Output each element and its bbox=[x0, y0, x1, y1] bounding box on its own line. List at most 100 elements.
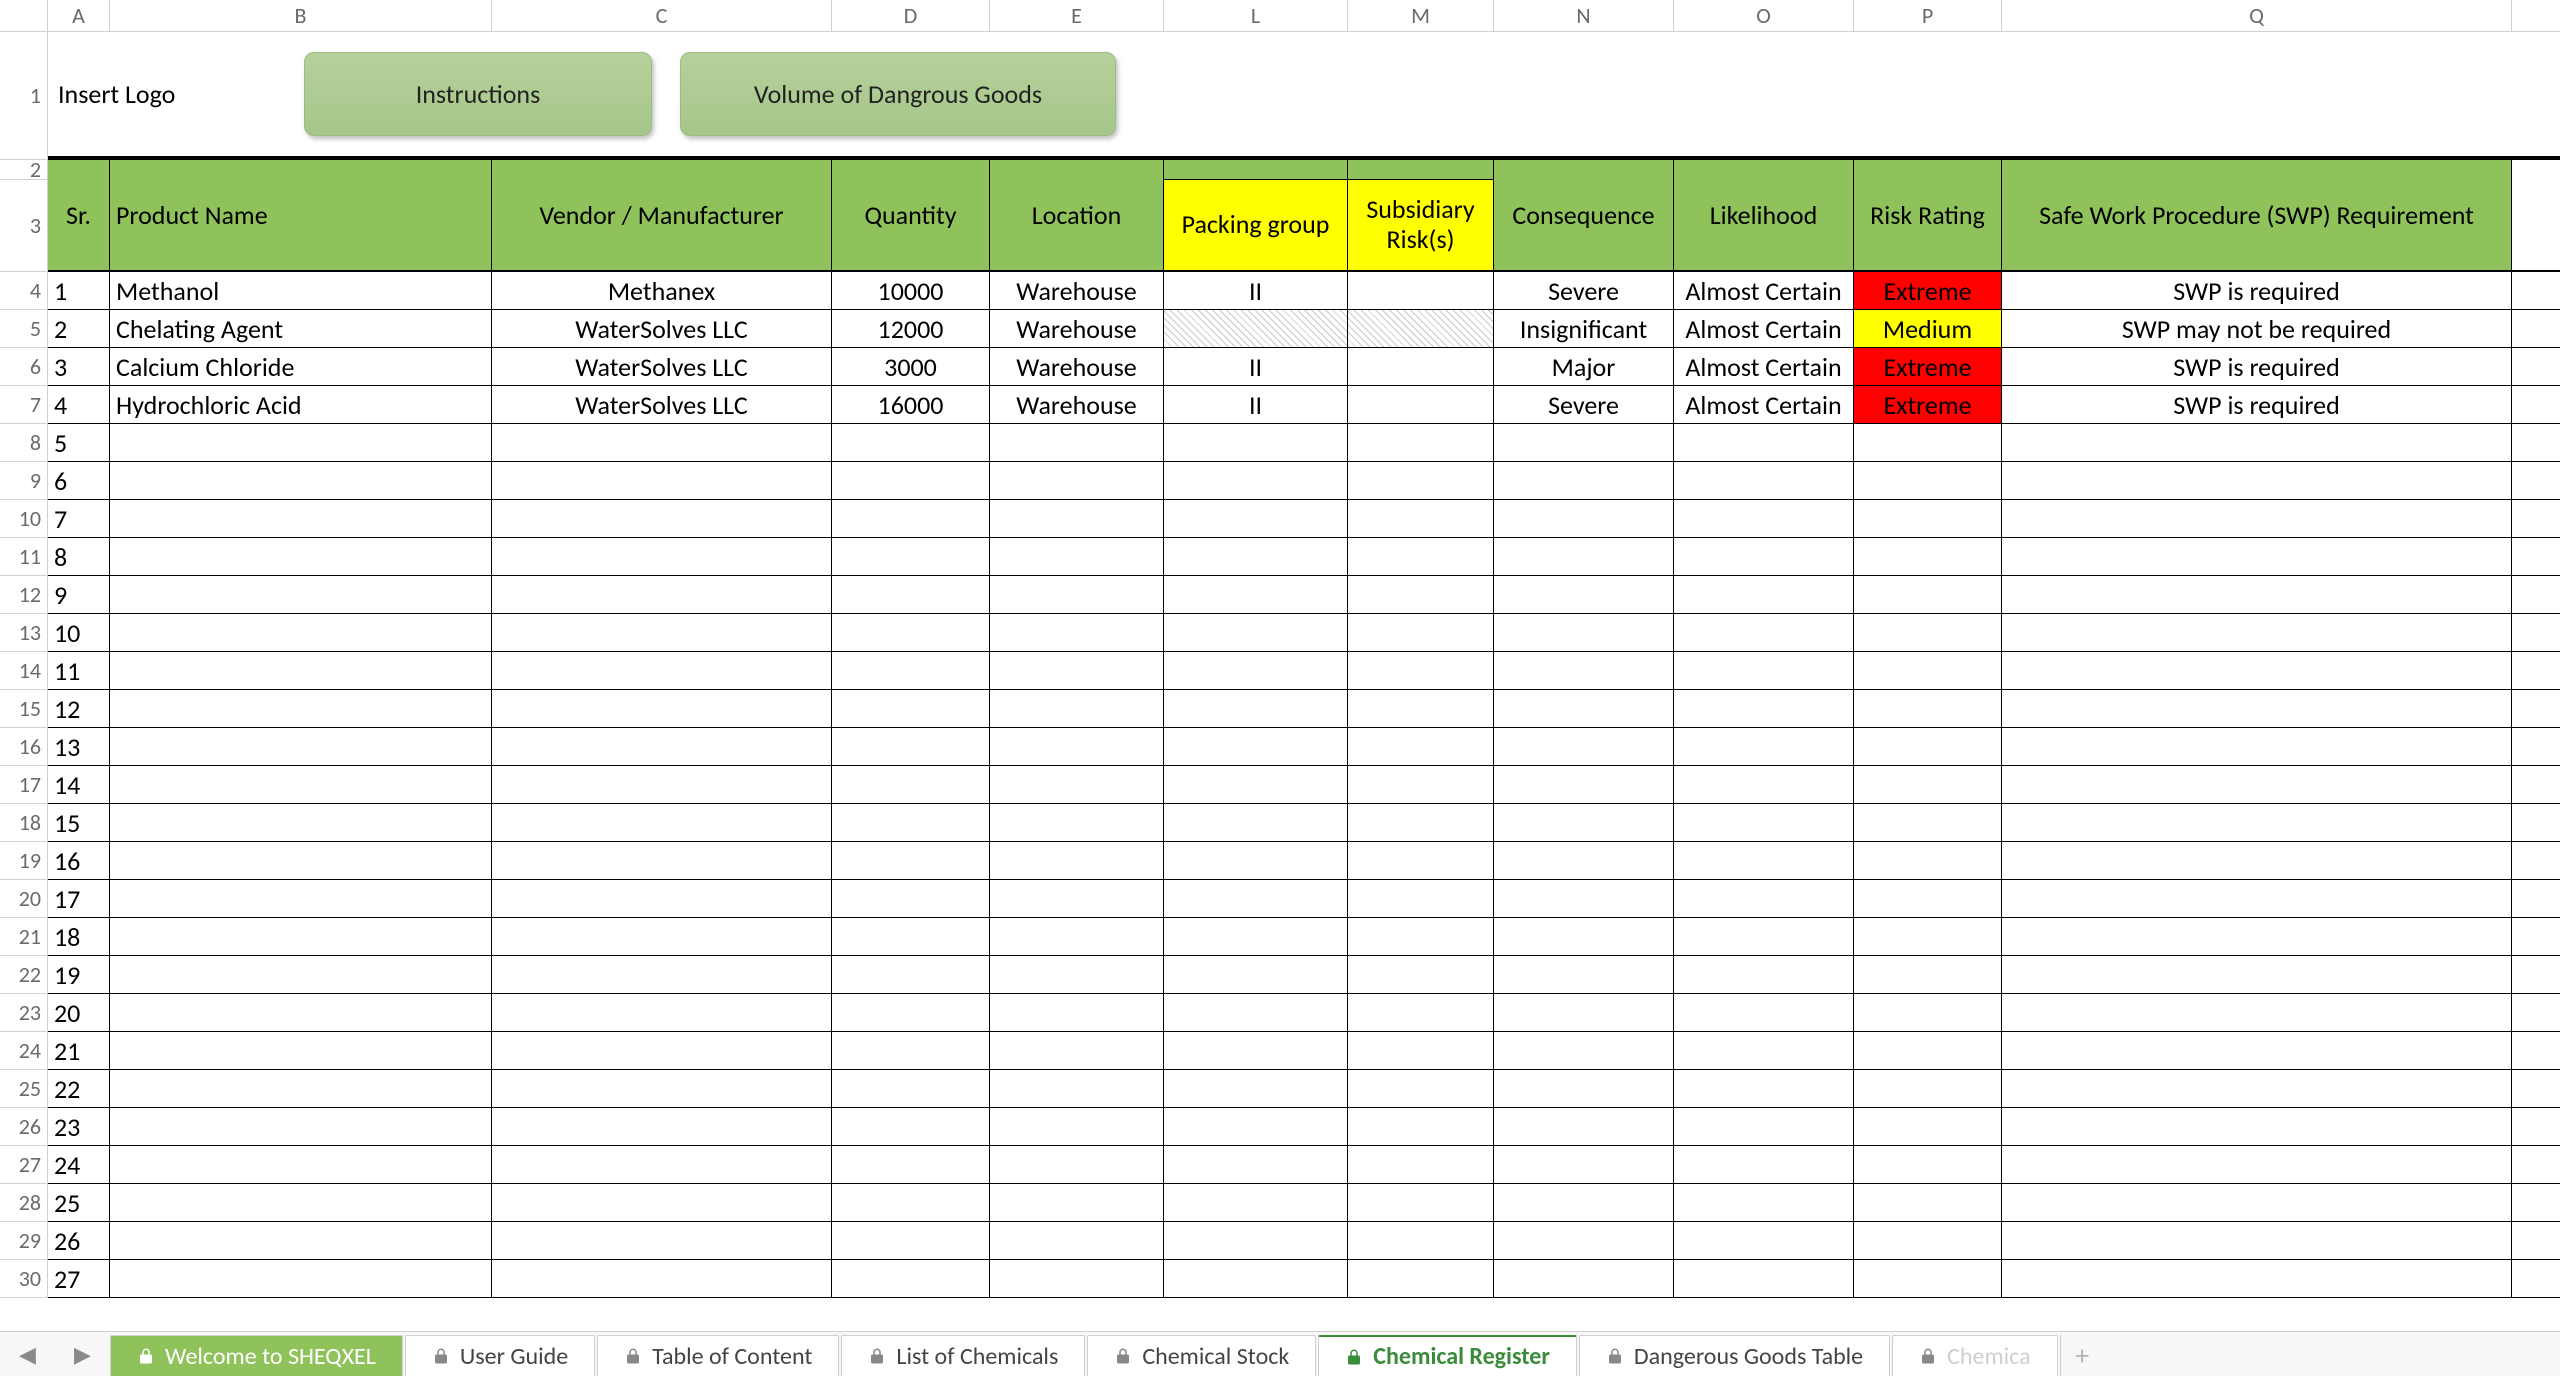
cell-vendor[interactable] bbox=[492, 1032, 832, 1069]
cell-sr[interactable]: 9 bbox=[48, 576, 110, 613]
cell-lik[interactable] bbox=[1674, 1108, 1854, 1145]
cell-loc[interactable] bbox=[990, 576, 1164, 613]
cell-sub[interactable] bbox=[1348, 690, 1494, 727]
cell-sr[interactable]: 1 bbox=[48, 272, 110, 309]
cell-sr[interactable]: 15 bbox=[48, 804, 110, 841]
row-header-4[interactable]: 4 bbox=[0, 272, 48, 310]
cell-qty[interactable] bbox=[832, 1222, 990, 1259]
cell-swp[interactable] bbox=[2002, 1222, 2512, 1259]
instructions-button[interactable]: Instructions bbox=[304, 52, 652, 136]
cell-lik[interactable] bbox=[1674, 1184, 1854, 1221]
row-header-3[interactable]: 3 bbox=[0, 180, 48, 272]
cell-loc[interactable] bbox=[990, 690, 1164, 727]
cell-risk[interactable] bbox=[1854, 842, 2002, 879]
cell-sub[interactable] bbox=[1348, 766, 1494, 803]
cell-product[interactable] bbox=[110, 956, 492, 993]
cell-sub[interactable] bbox=[1348, 842, 1494, 879]
cell-cons[interactable] bbox=[1494, 918, 1674, 955]
row-header-6[interactable]: 6 bbox=[0, 348, 48, 386]
cell-vendor[interactable] bbox=[492, 1108, 832, 1145]
cell-cons[interactable] bbox=[1494, 1260, 1674, 1297]
cell-pg[interactable]: II bbox=[1164, 348, 1348, 385]
cell-loc[interactable] bbox=[990, 804, 1164, 841]
cell-cons[interactable] bbox=[1494, 994, 1674, 1031]
cell-sr[interactable]: 13 bbox=[48, 728, 110, 765]
row-header-2[interactable]: 2 bbox=[0, 160, 48, 180]
cell-product[interactable] bbox=[110, 690, 492, 727]
cell-vendor[interactable] bbox=[492, 1222, 832, 1259]
cell-risk[interactable] bbox=[1854, 880, 2002, 917]
cell-loc[interactable] bbox=[990, 462, 1164, 499]
cell-lik[interactable] bbox=[1674, 1260, 1854, 1297]
cell-pg[interactable] bbox=[1164, 766, 1348, 803]
cell-product[interactable] bbox=[110, 804, 492, 841]
cell-swp[interactable] bbox=[2002, 576, 2512, 613]
cell-product[interactable] bbox=[110, 842, 492, 879]
cell-pg[interactable] bbox=[1164, 880, 1348, 917]
cell-lik[interactable] bbox=[1674, 1032, 1854, 1069]
cell-sub[interactable] bbox=[1348, 462, 1494, 499]
col-header-O[interactable]: O bbox=[1674, 0, 1854, 31]
cell-swp[interactable] bbox=[2002, 880, 2512, 917]
cell-lik[interactable] bbox=[1674, 1146, 1854, 1183]
cell-product[interactable]: Methanol bbox=[110, 272, 492, 309]
cell-sub[interactable] bbox=[1348, 804, 1494, 841]
cell-risk[interactable] bbox=[1854, 614, 2002, 651]
row-header-28[interactable]: 28 bbox=[0, 1184, 48, 1222]
cell-sub[interactable] bbox=[1348, 956, 1494, 993]
cell-loc[interactable] bbox=[990, 1146, 1164, 1183]
cell-lik[interactable] bbox=[1674, 918, 1854, 955]
row-header-13[interactable]: 13 bbox=[0, 614, 48, 652]
cell-risk[interactable]: Extreme bbox=[1854, 348, 2002, 385]
cell-sub[interactable] bbox=[1348, 918, 1494, 955]
cell-qty[interactable] bbox=[832, 1108, 990, 1145]
cell-sr[interactable]: 12 bbox=[48, 690, 110, 727]
row-header-10[interactable]: 10 bbox=[0, 500, 48, 538]
cell-swp[interactable]: SWP may not be required bbox=[2002, 310, 2512, 347]
cell-vendor[interactable] bbox=[492, 1070, 832, 1107]
row-header-14[interactable]: 14 bbox=[0, 652, 48, 690]
col-header-L[interactable]: L bbox=[1164, 0, 1348, 31]
cell-risk[interactable] bbox=[1854, 462, 2002, 499]
cell-vendor[interactable] bbox=[492, 842, 832, 879]
cell-sr[interactable]: 18 bbox=[48, 918, 110, 955]
cell-qty[interactable] bbox=[832, 500, 990, 537]
cell-qty[interactable] bbox=[832, 462, 990, 499]
cell-swp[interactable]: SWP is required bbox=[2002, 386, 2512, 423]
cell-cons[interactable] bbox=[1494, 880, 1674, 917]
col-header-B[interactable]: B bbox=[110, 0, 492, 31]
cell-cons[interactable] bbox=[1494, 690, 1674, 727]
cell-loc[interactable]: Warehouse bbox=[990, 310, 1164, 347]
cell-product[interactable] bbox=[110, 576, 492, 613]
cell-vendor[interactable] bbox=[492, 994, 832, 1031]
row-header-17[interactable]: 17 bbox=[0, 766, 48, 804]
cell-loc[interactable] bbox=[990, 1222, 1164, 1259]
cell-sr[interactable]: 4 bbox=[48, 386, 110, 423]
sheet-tab[interactable]: List of Chemicals bbox=[841, 1335, 1085, 1376]
cell-loc[interactable] bbox=[990, 842, 1164, 879]
cell-sr[interactable]: 14 bbox=[48, 766, 110, 803]
cell-product[interactable]: Calcium Chloride bbox=[110, 348, 492, 385]
cell-swp[interactable] bbox=[2002, 424, 2512, 461]
cell-vendor[interactable] bbox=[492, 1260, 832, 1297]
cell-risk[interactable] bbox=[1854, 500, 2002, 537]
cell-swp[interactable] bbox=[2002, 500, 2512, 537]
cell-sr[interactable]: 6 bbox=[48, 462, 110, 499]
cell-swp[interactable] bbox=[2002, 804, 2512, 841]
cell-swp[interactable] bbox=[2002, 956, 2512, 993]
cell-swp[interactable] bbox=[2002, 652, 2512, 689]
header-sr[interactable]: Sr. bbox=[48, 160, 110, 270]
row-header-15[interactable]: 15 bbox=[0, 690, 48, 728]
cell-qty[interactable] bbox=[832, 1146, 990, 1183]
cell-loc[interactable] bbox=[990, 880, 1164, 917]
row-header-8[interactable]: 8 bbox=[0, 424, 48, 462]
row-header-23[interactable]: 23 bbox=[0, 994, 48, 1032]
cell-qty[interactable] bbox=[832, 690, 990, 727]
sheet-tab[interactable]: Welcome to SHEQXEL bbox=[110, 1335, 403, 1376]
cell-cons[interactable] bbox=[1494, 766, 1674, 803]
cell-sr[interactable]: 7 bbox=[48, 500, 110, 537]
row-header-9[interactable]: 9 bbox=[0, 462, 48, 500]
cell-qty[interactable] bbox=[832, 956, 990, 993]
cell-swp[interactable] bbox=[2002, 994, 2512, 1031]
cell-risk[interactable] bbox=[1854, 1108, 2002, 1145]
